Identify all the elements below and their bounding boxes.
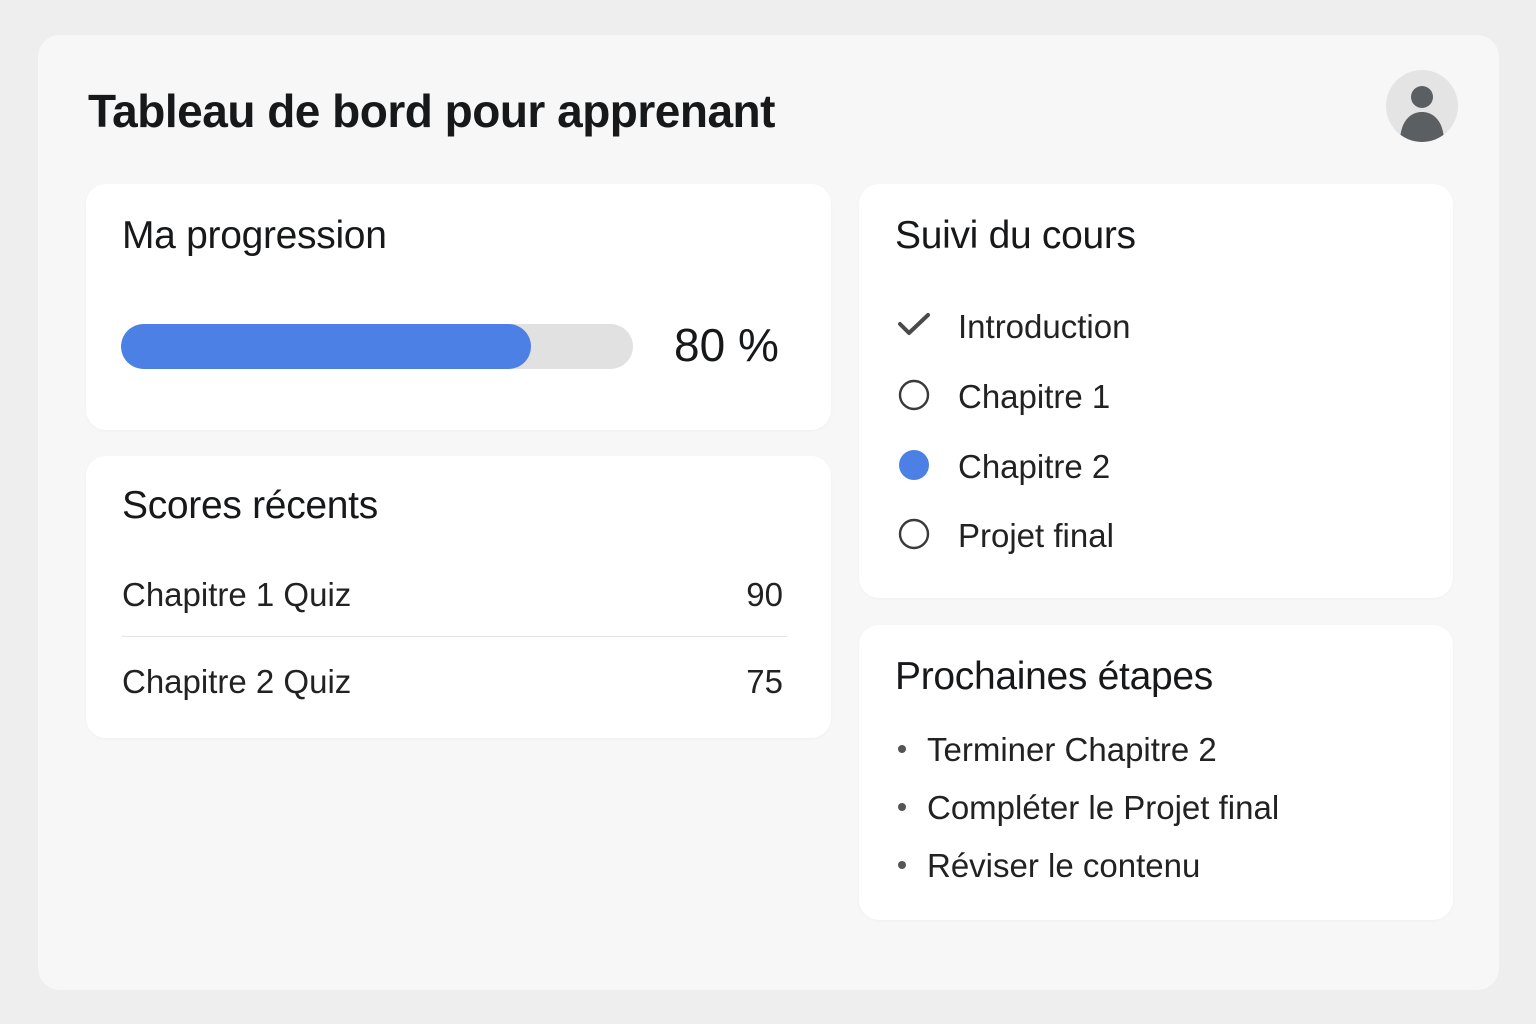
next-step-item[interactable]: Terminer Chapitre 2 — [895, 727, 1415, 773]
score-row[interactable]: Chapitre 1 Quiz 90 — [122, 568, 787, 618]
bullet-icon — [898, 861, 906, 869]
course-item-label: Chapitre 1 — [958, 378, 1111, 415]
bullet-icon — [898, 803, 906, 811]
next-step-label: Terminer Chapitre 2 — [927, 731, 1217, 768]
course-item-introduction[interactable]: Introduction — [895, 302, 1415, 352]
bullet-icon — [898, 745, 906, 753]
empty-circle-icon — [898, 379, 930, 411]
progress-bar-fill — [121, 324, 531, 369]
course-item-chapitre-1[interactable]: Chapitre 1 — [895, 372, 1415, 422]
course-tracking-card: Suivi du cours Introduction Chapitre 1 C… — [859, 184, 1453, 598]
next-steps-title: Prochaines étapes — [895, 655, 1213, 698]
user-avatar-button[interactable] — [1386, 70, 1458, 142]
progress-percentage: 80 % — [674, 319, 779, 371]
next-steps-card: Prochaines étapes Terminer Chapitre 2 Co… — [859, 625, 1453, 920]
score-name: Chapitre 2 Quiz — [122, 663, 352, 700]
page-title: Tableau de bord pour apprenant — [88, 85, 775, 137]
score-divider — [122, 636, 787, 637]
filled-circle-icon — [899, 450, 929, 480]
progress-bar — [121, 324, 633, 369]
progress-card: Ma progression 80 % — [86, 184, 831, 430]
course-item-projet-final[interactable]: Projet final — [895, 511, 1415, 561]
course-item-label: Chapitre 2 — [958, 448, 1111, 485]
recent-scores-title: Scores récents — [122, 484, 378, 527]
course-tracking-title: Suivi du cours — [895, 214, 1136, 257]
course-item-chapitre-2[interactable]: Chapitre 2 — [895, 442, 1415, 492]
score-row[interactable]: Chapitre 2 Quiz 75 — [122, 655, 787, 705]
next-step-label: Réviser le contenu — [927, 847, 1201, 884]
score-value: 75 — [746, 663, 783, 700]
user-avatar-icon — [1400, 86, 1444, 142]
course-item-label: Projet final — [958, 517, 1114, 554]
score-value: 90 — [746, 576, 783, 613]
next-step-item[interactable]: Compléter le Projet final — [895, 785, 1415, 831]
recent-scores-card: Scores récents Chapitre 1 Quiz 90 Chapit… — [86, 456, 831, 738]
empty-circle-icon — [898, 518, 930, 550]
course-item-label: Introduction — [958, 308, 1131, 345]
next-step-item[interactable]: Réviser le contenu — [895, 843, 1415, 889]
next-step-label: Compléter le Projet final — [927, 789, 1280, 826]
checkmark-icon — [898, 313, 930, 335]
progress-card-title: Ma progression — [122, 214, 387, 257]
score-name: Chapitre 1 Quiz — [122, 576, 352, 613]
